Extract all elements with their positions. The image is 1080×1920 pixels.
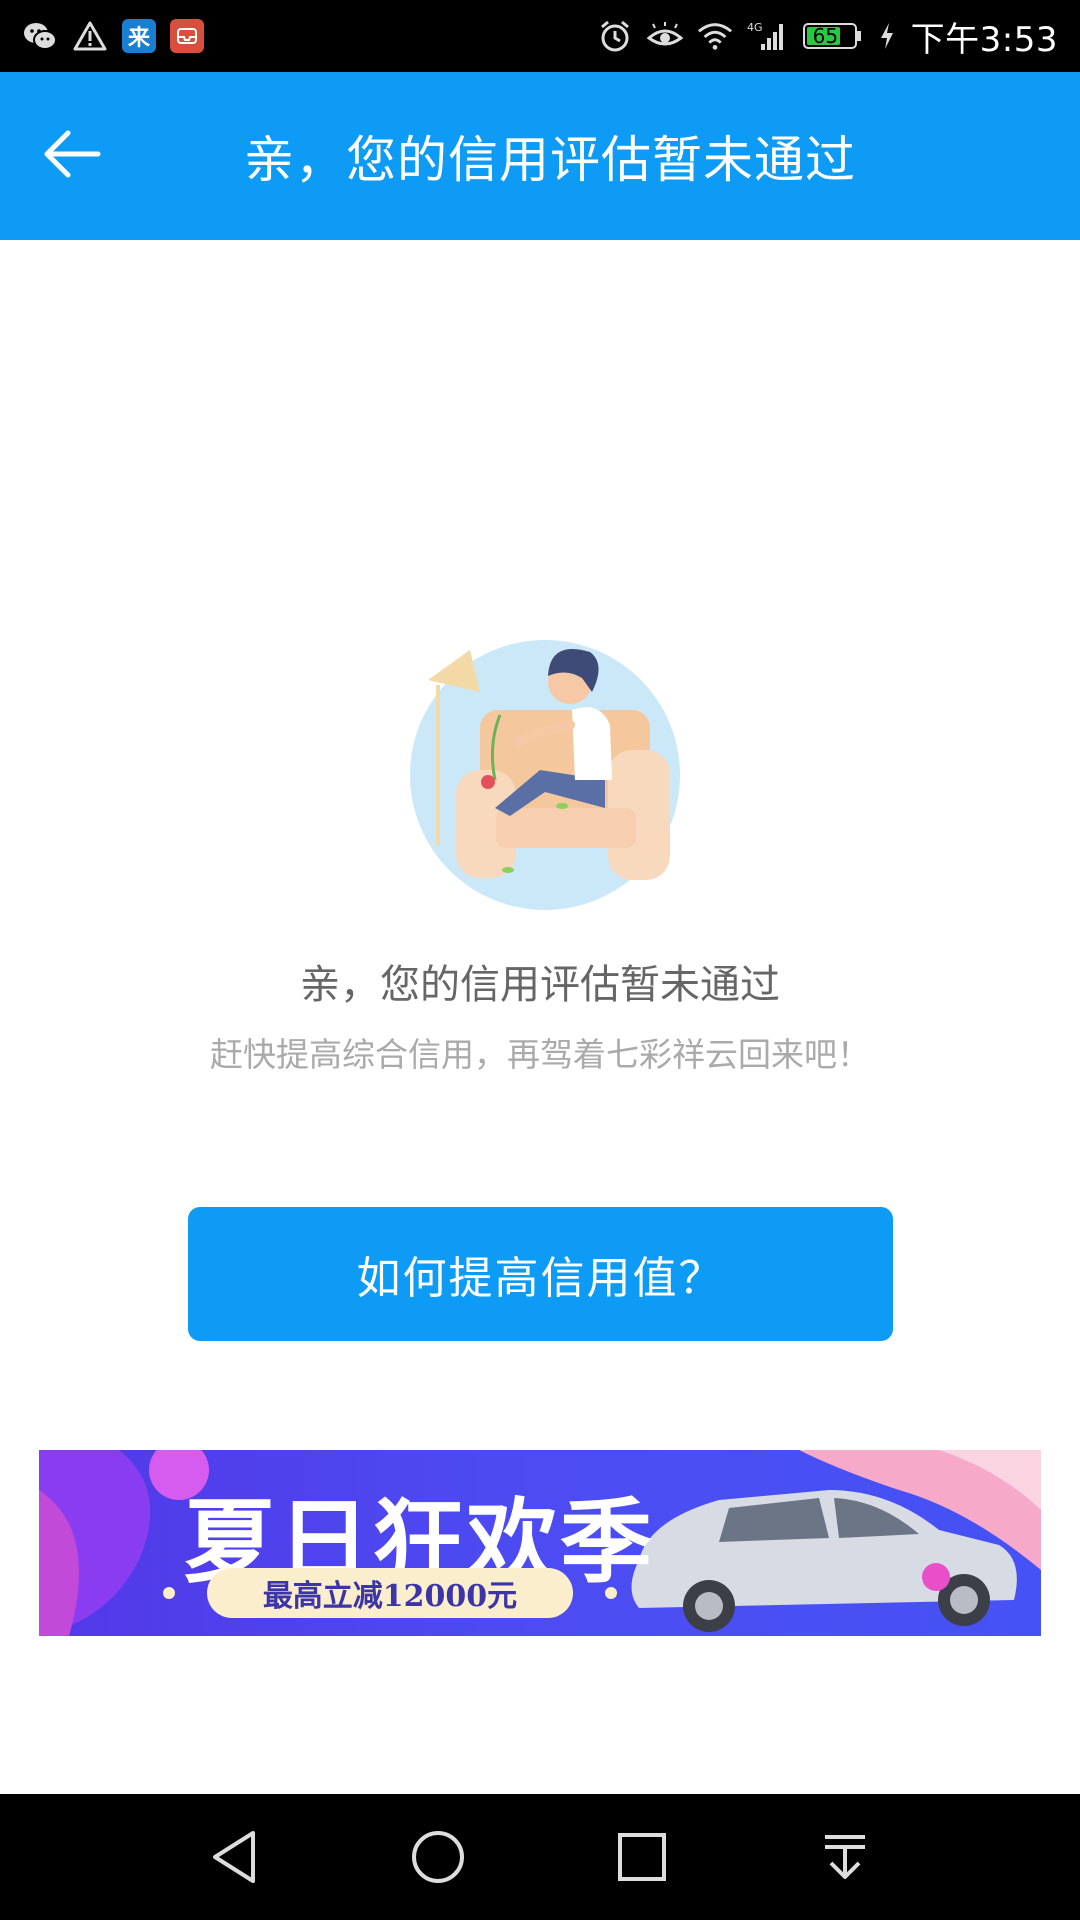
status-time: 下午3:53 xyxy=(910,19,1058,60)
battery-icon: 65 xyxy=(802,21,863,51)
square-recents-icon xyxy=(618,1833,666,1881)
network-type: 4G xyxy=(747,21,763,34)
alarm-icon xyxy=(597,18,633,54)
inbox-app-icon xyxy=(170,19,204,53)
sad-person-illustration xyxy=(400,630,690,920)
status-bar-system: 4G 65 下午3:53 xyxy=(597,12,1058,61)
nav-home-button[interactable] xyxy=(403,1822,473,1892)
nav-notifications-button[interactable] xyxy=(810,1822,880,1892)
battery-level: 65 xyxy=(812,24,839,48)
nav-recents-button[interactable] xyxy=(607,1822,677,1892)
charging-icon xyxy=(877,18,897,54)
promo-banner[interactable]: 夏日狂欢季 最高立减12000元 xyxy=(39,1450,1041,1636)
circle-home-icon xyxy=(412,1831,464,1883)
nav-back-button[interactable] xyxy=(200,1822,270,1892)
wifi-icon xyxy=(697,18,733,54)
eye-comfort-icon xyxy=(646,18,683,54)
triangle-back-icon xyxy=(213,1831,255,1883)
system-nav-bar xyxy=(0,1794,1080,1920)
screen: 来 4G 65 下午3:53 亲，您的信用评估暂未通过 亲，您的信用评估暂未通过… xyxy=(0,0,1080,1920)
message-subtitle: 赶快提高综合信用，再驾着七彩祥云回来吧！ xyxy=(210,1035,870,1074)
pull-down-icon xyxy=(825,1835,865,1879)
app-header: 亲，您的信用评估暂未通过 xyxy=(0,72,1080,240)
status-bar-notifications: 来 xyxy=(22,18,204,54)
wechat-icon xyxy=(22,18,58,54)
signal-4g-icon: 4G xyxy=(747,18,789,54)
banner-tagline: 最高立减12000元 xyxy=(207,1568,573,1618)
message-title: 亲，您的信用评估暂未通过 xyxy=(300,962,780,1008)
improve-credit-button[interactable]: 如何提高信用值？ xyxy=(188,1207,893,1341)
warning-icon xyxy=(72,18,108,54)
status-bar: 来 4G 65 下午3:53 xyxy=(0,0,1080,72)
lai-app-icon: 来 xyxy=(122,19,156,53)
page-title: 亲，您的信用评估暂未通过 xyxy=(244,131,856,189)
